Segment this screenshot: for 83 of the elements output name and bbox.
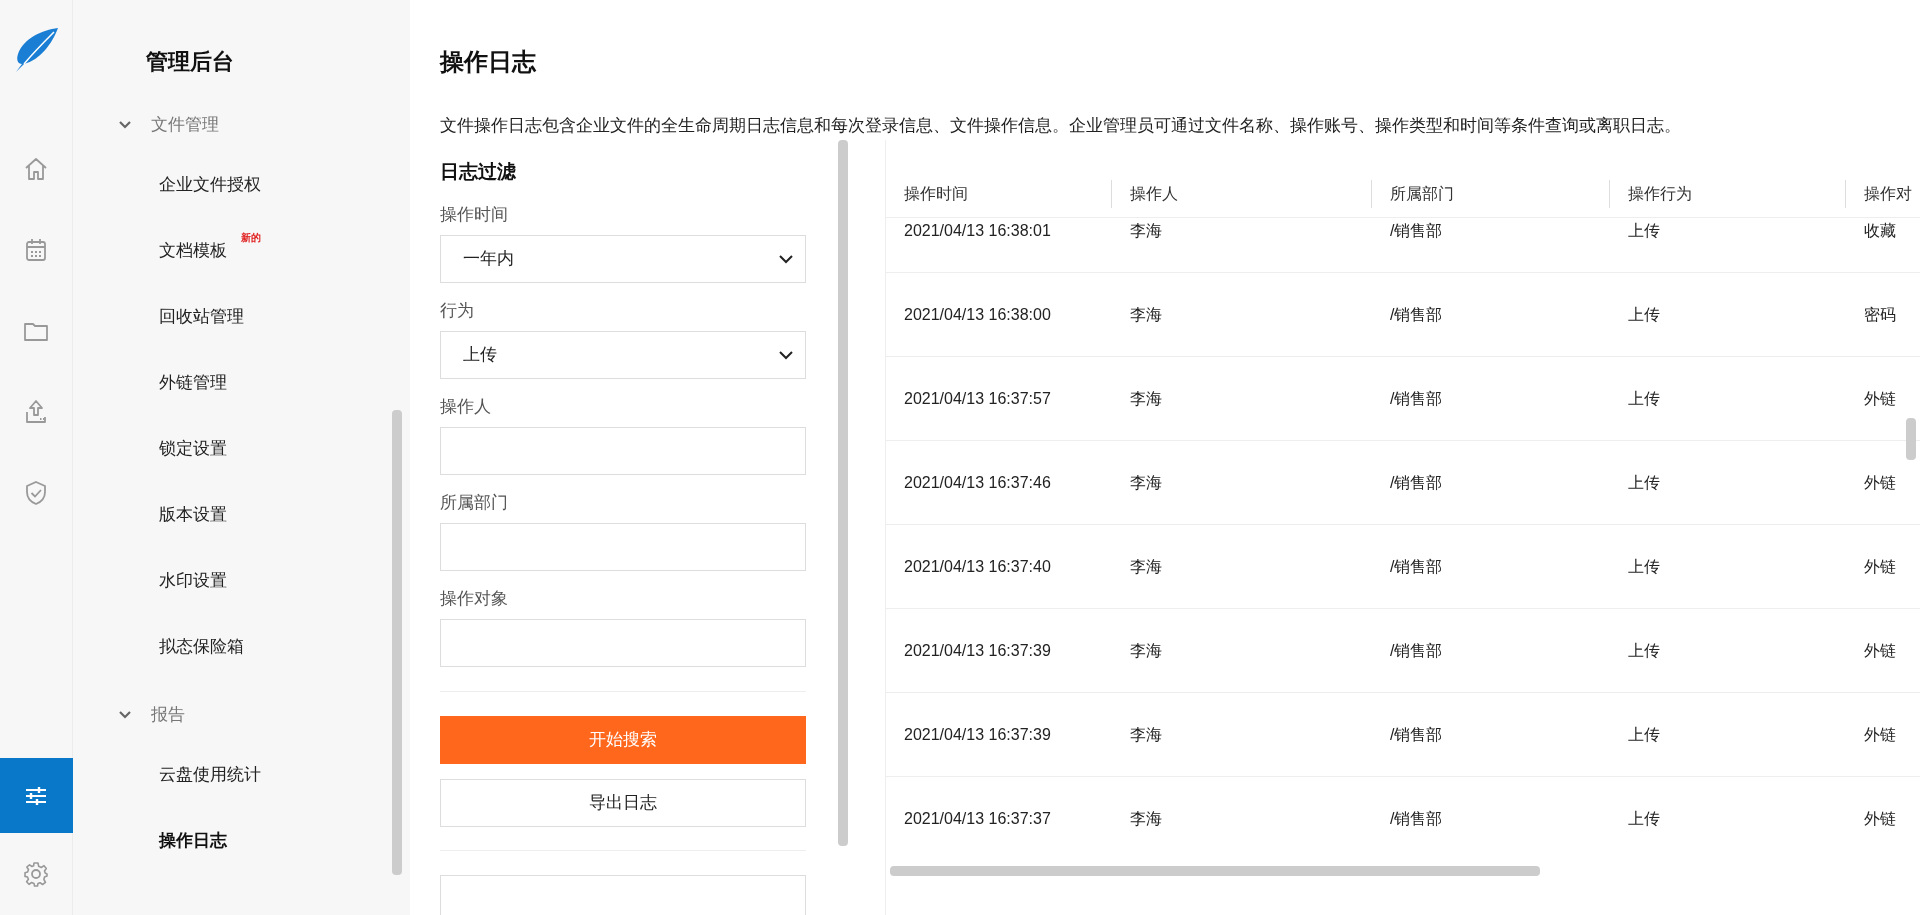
vertical-scrollbar-thumb[interactable] xyxy=(1906,418,1916,460)
table-cell: 外链 xyxy=(1864,809,1896,827)
table-cell: 2021/04/13 16:37:57 xyxy=(904,389,1051,407)
dropdown[interactable]: 上传 xyxy=(440,331,806,379)
table-cell: 上传 xyxy=(1628,725,1660,743)
table-cell: /销售部 xyxy=(1390,725,1443,743)
column-header: 操作时间 xyxy=(903,183,968,204)
horizontal-scrollbar-thumb[interactable] xyxy=(890,866,1540,876)
table-cell: 李海 xyxy=(1130,641,1162,659)
table-cell: 上传 xyxy=(1628,473,1660,491)
chevron-down-icon xyxy=(779,350,793,360)
dropdown[interactable]: 一年内 xyxy=(440,235,806,283)
table-cell: 李海 xyxy=(1130,809,1162,827)
table-cell: /销售部 xyxy=(1390,389,1443,407)
sidebar-item[interactable]: 回收站管理 xyxy=(159,304,244,330)
table-cell: 上传 xyxy=(1628,809,1660,827)
table-cell: 李海 xyxy=(1130,221,1162,239)
table-cell: 2021/04/13 16:37:39 xyxy=(904,725,1051,743)
sidebar-item[interactable]: 企业文件授权 xyxy=(159,172,261,198)
input-field[interactable] xyxy=(440,427,806,475)
table-cell: 上传 xyxy=(1628,557,1660,575)
table-cell: 上传 xyxy=(1628,389,1660,407)
table-cell: 李海 xyxy=(1130,725,1162,743)
table-cell: 李海 xyxy=(1130,557,1162,575)
export-button[interactable]: 导出日志 xyxy=(440,779,806,827)
table-cell: /销售部 xyxy=(1390,641,1443,659)
table-cell: 2021/04/13 16:38:00 xyxy=(904,305,1051,323)
table-cell: /销售部 xyxy=(1390,221,1443,239)
table-cell: /销售部 xyxy=(1390,305,1443,323)
sidebar-item[interactable]: 水印设置 xyxy=(159,568,227,594)
chevron-down-icon xyxy=(779,254,793,264)
table-cell: 外链 xyxy=(1864,473,1896,491)
table-cell: 外链 xyxy=(1864,557,1896,575)
input-field[interactable] xyxy=(440,875,806,915)
table-cell: 外链 xyxy=(1864,725,1896,743)
field-label: 所属部门 xyxy=(440,492,509,514)
table-cell: /销售部 xyxy=(1390,473,1443,491)
table-cell: 上传 xyxy=(1628,221,1660,239)
table-cell: 上传 xyxy=(1628,305,1660,323)
table-cell: 2021/04/13 16:37:37 xyxy=(904,809,1051,827)
filter-title: 日志过滤 xyxy=(440,160,517,184)
column-header: 操作对 xyxy=(1863,183,1912,204)
table-cell: /销售部 xyxy=(1390,557,1443,575)
field-label: 操作时间 xyxy=(440,204,509,226)
table-cell: 李海 xyxy=(1130,473,1162,491)
table-cell: 收藏 xyxy=(1864,221,1896,239)
table-cell: /销售部 xyxy=(1390,809,1443,827)
table-cell: 外链 xyxy=(1864,389,1896,407)
sidebar-item[interactable]: 版本设置 xyxy=(159,502,227,528)
sidebar-title: 管理后台 xyxy=(145,48,235,76)
chevron-icon xyxy=(119,121,131,129)
field-label: 操作人 xyxy=(440,396,492,418)
table-cell: 密码 xyxy=(1864,305,1896,323)
field-label: 操作对象 xyxy=(440,588,509,610)
scrollbar-thumb[interactable] xyxy=(392,410,402,875)
table-cell: 2021/04/13 16:38:01 xyxy=(904,221,1051,239)
sidebar-item[interactable]: 外链管理 xyxy=(159,370,227,396)
table-cell: 李海 xyxy=(1130,389,1162,407)
sidebar-item[interactable]: 操作日志 xyxy=(159,828,227,854)
page-title: 操作日志 xyxy=(440,47,537,77)
column-header: 所属部门 xyxy=(1389,183,1454,204)
input-field[interactable] xyxy=(440,523,806,571)
table-cell: 上传 xyxy=(1628,641,1660,659)
sidebar-group-header[interactable]: 文件管理 xyxy=(116,98,410,152)
table-cell: 2021/04/13 16:37:46 xyxy=(904,473,1051,491)
table-cell: 2021/04/13 16:37:39 xyxy=(904,641,1051,659)
chevron-icon xyxy=(119,711,131,719)
sidebar-item[interactable]: 文档模板 xyxy=(159,238,227,264)
input-field[interactable] xyxy=(440,619,806,667)
settings-icon xyxy=(22,860,50,888)
sidebar-group-header[interactable]: 报告 xyxy=(116,688,410,742)
table-cell: 李海 xyxy=(1130,305,1162,323)
sidebar-item[interactable]: 云盘使用统计 xyxy=(159,762,261,788)
column-header: 操作行为 xyxy=(1627,183,1692,204)
field-label: 行为 xyxy=(440,300,475,322)
sidebar-item[interactable]: 拟态保险箱 xyxy=(159,634,244,660)
new-label: 新的 xyxy=(241,232,261,244)
scrollbar-thumb[interactable] xyxy=(838,140,848,846)
sidebar-item[interactable]: 锁定设置 xyxy=(159,436,227,462)
table-cell: 外链 xyxy=(1864,641,1896,659)
page-description: 文件操作日志包含企业文件的全生命周期日志信息和每次登录信息、文件操作信息。企业管理员可通过文件名称、操作账号、操作类型和时间等条件查询或离职日志。 xyxy=(440,115,1682,137)
table-cell: 2021/04/13 16:37:40 xyxy=(904,557,1051,575)
column-header: 操作人 xyxy=(1129,183,1178,204)
